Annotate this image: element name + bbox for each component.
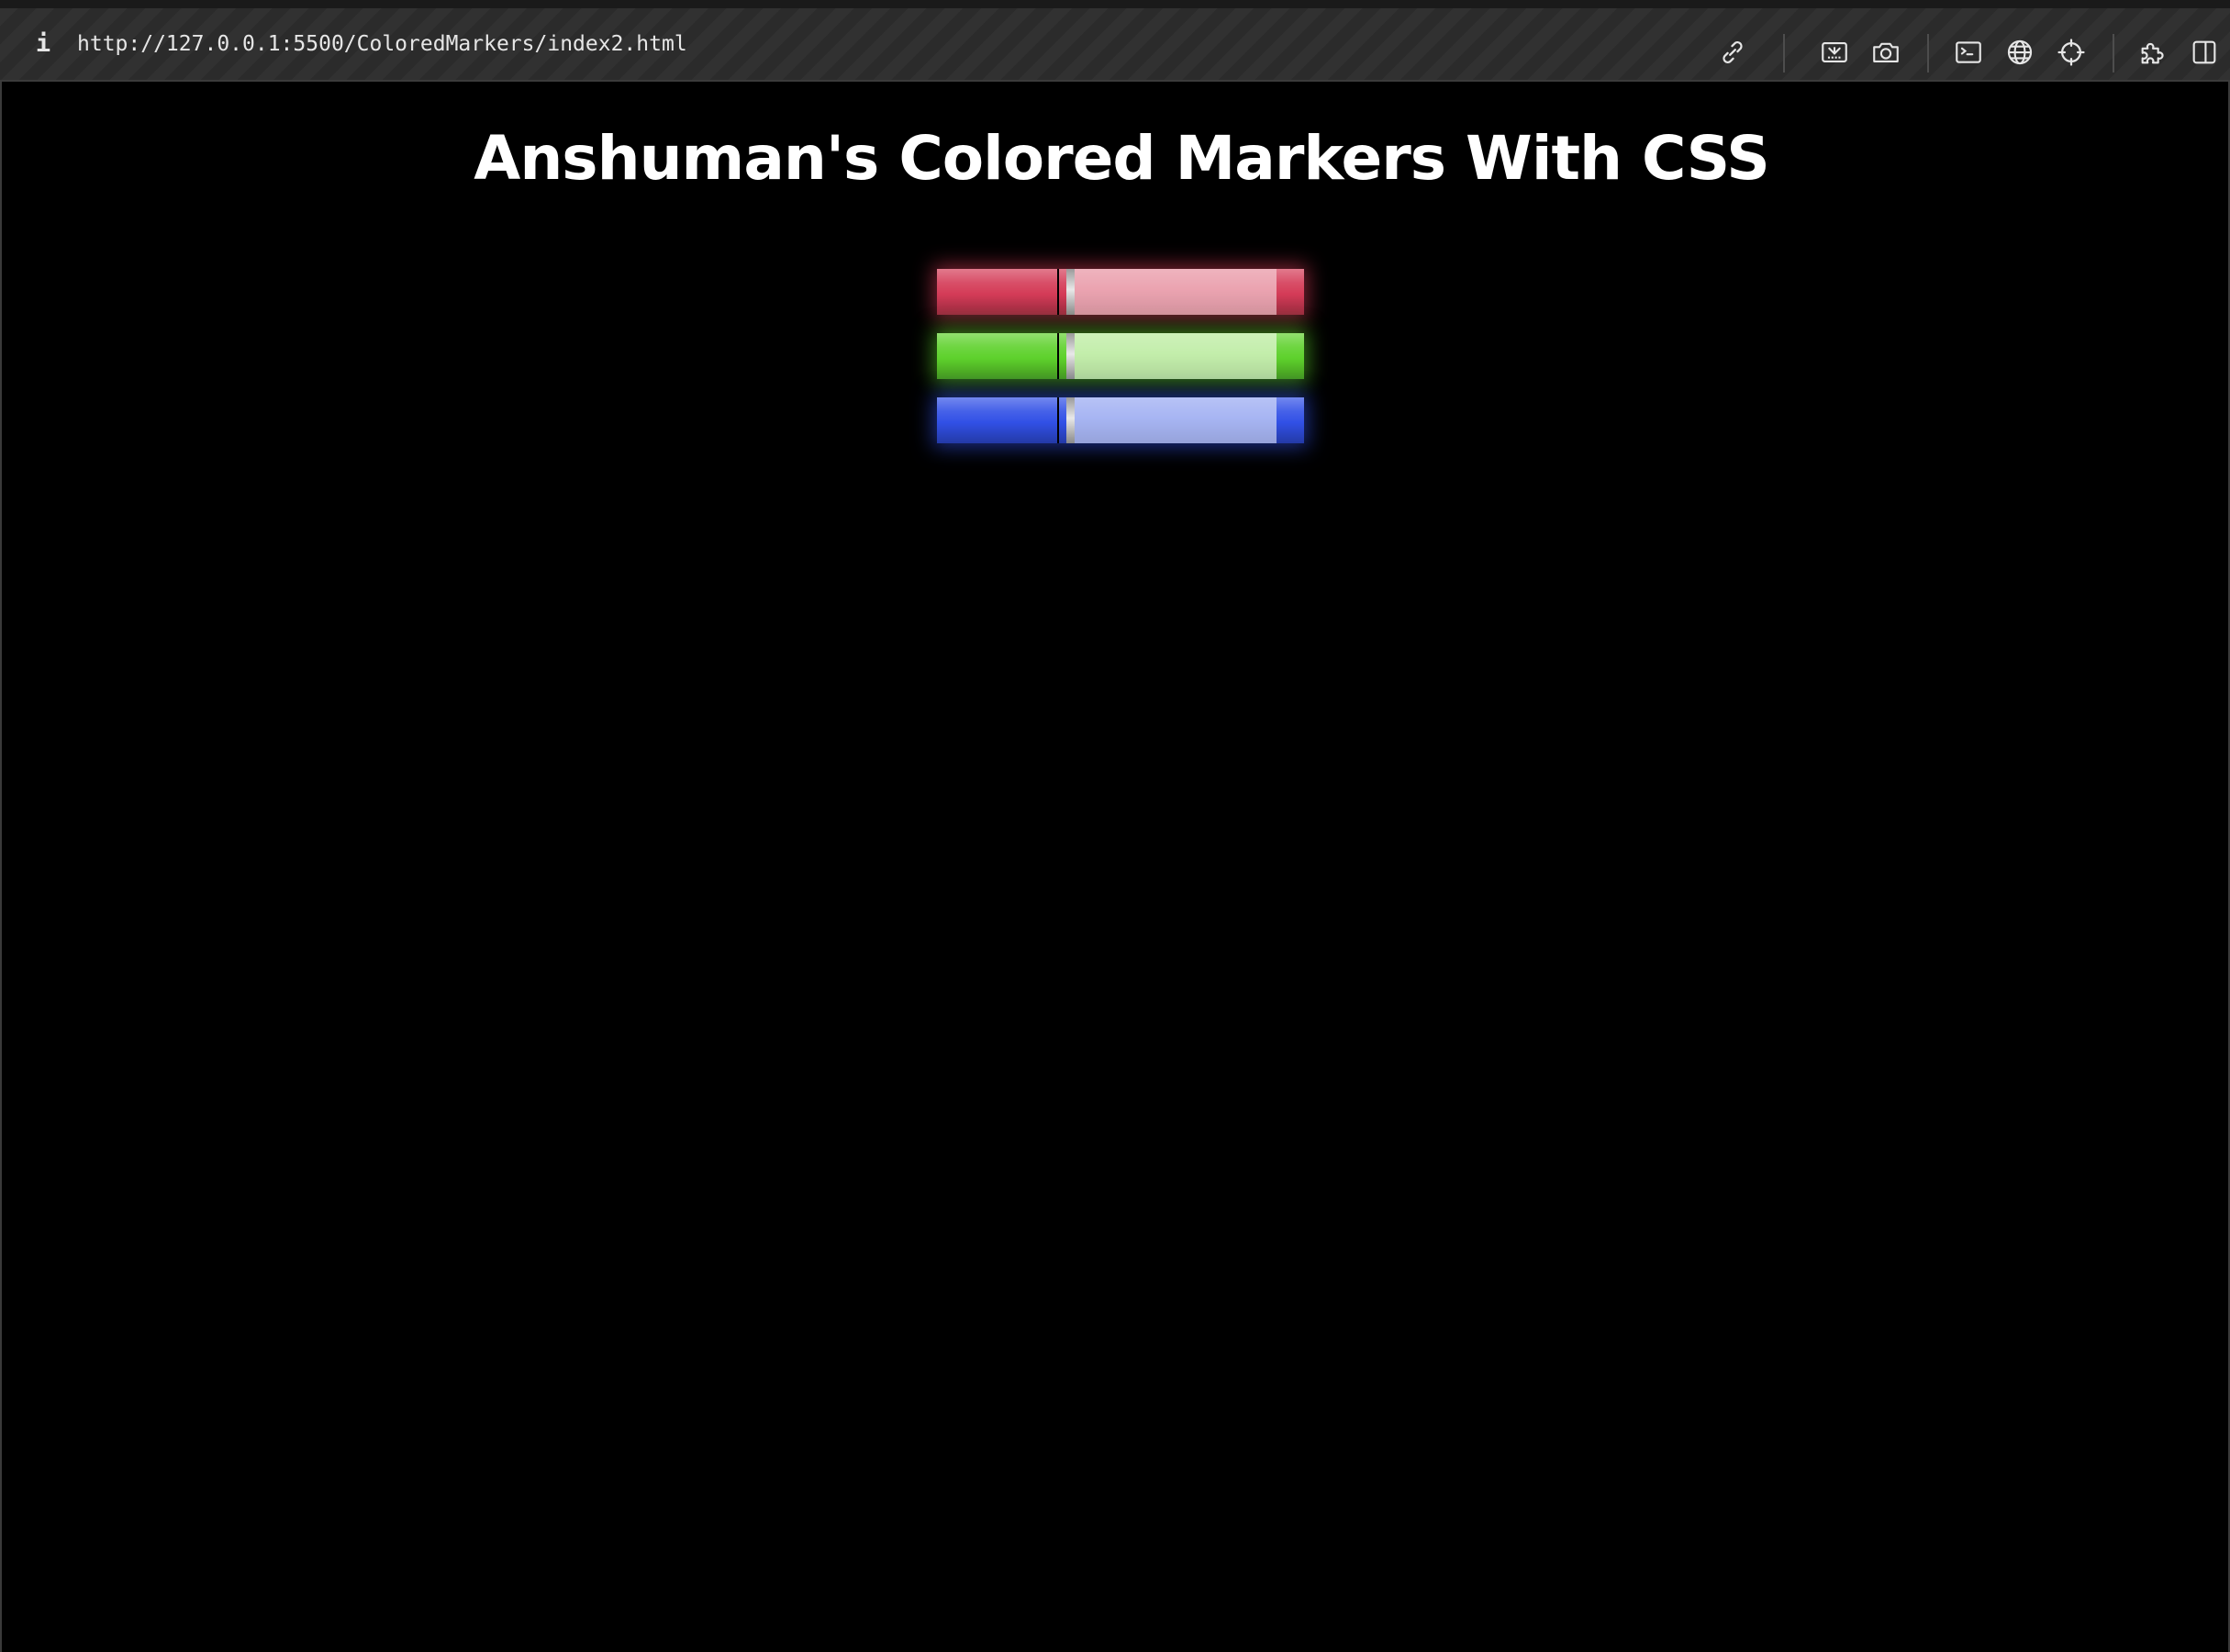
marker-tip	[1277, 397, 1304, 443]
browser-toolbar: i http://127.0.0.1:5500/ColoredMarkers/i…	[0, 0, 2230, 82]
address-bar-url[interactable]: http://127.0.0.1:5500/ColoredMarkers/ind…	[77, 28, 687, 60]
marker-cap	[937, 269, 1057, 315]
sidebar-panel-icon[interactable]	[2189, 37, 2220, 68]
marker-blue	[937, 397, 1304, 443]
page-viewport	[0, 82, 2230, 1652]
link-icon[interactable]	[1717, 37, 1748, 68]
extensions-puzzle-icon[interactable]	[2137, 37, 2169, 68]
marker-body	[1075, 333, 1278, 379]
marker-body	[1075, 269, 1278, 315]
marker-green	[937, 333, 1304, 379]
crosshair-icon[interactable]	[2056, 37, 2087, 68]
page-title: Anshuman's Colored Markers With CSS	[474, 123, 1770, 194]
toolbar-separator	[1927, 34, 1929, 73]
terminal-icon[interactable]	[1953, 37, 1984, 68]
marker-cap	[937, 333, 1057, 379]
toolbar-separator	[2113, 34, 2114, 73]
marker-cap	[937, 397, 1057, 443]
marker-body	[1075, 397, 1278, 443]
camera-icon[interactable]	[1870, 37, 1901, 68]
toolbar-separator	[1783, 34, 1785, 73]
marker-red	[937, 269, 1304, 315]
globe-icon[interactable]	[2004, 37, 2035, 68]
marker-tip	[1277, 269, 1304, 315]
marker-tip	[1277, 333, 1304, 379]
screenshot-area-icon[interactable]	[1819, 37, 1850, 68]
site-info-icon[interactable]: i	[33, 28, 53, 60]
